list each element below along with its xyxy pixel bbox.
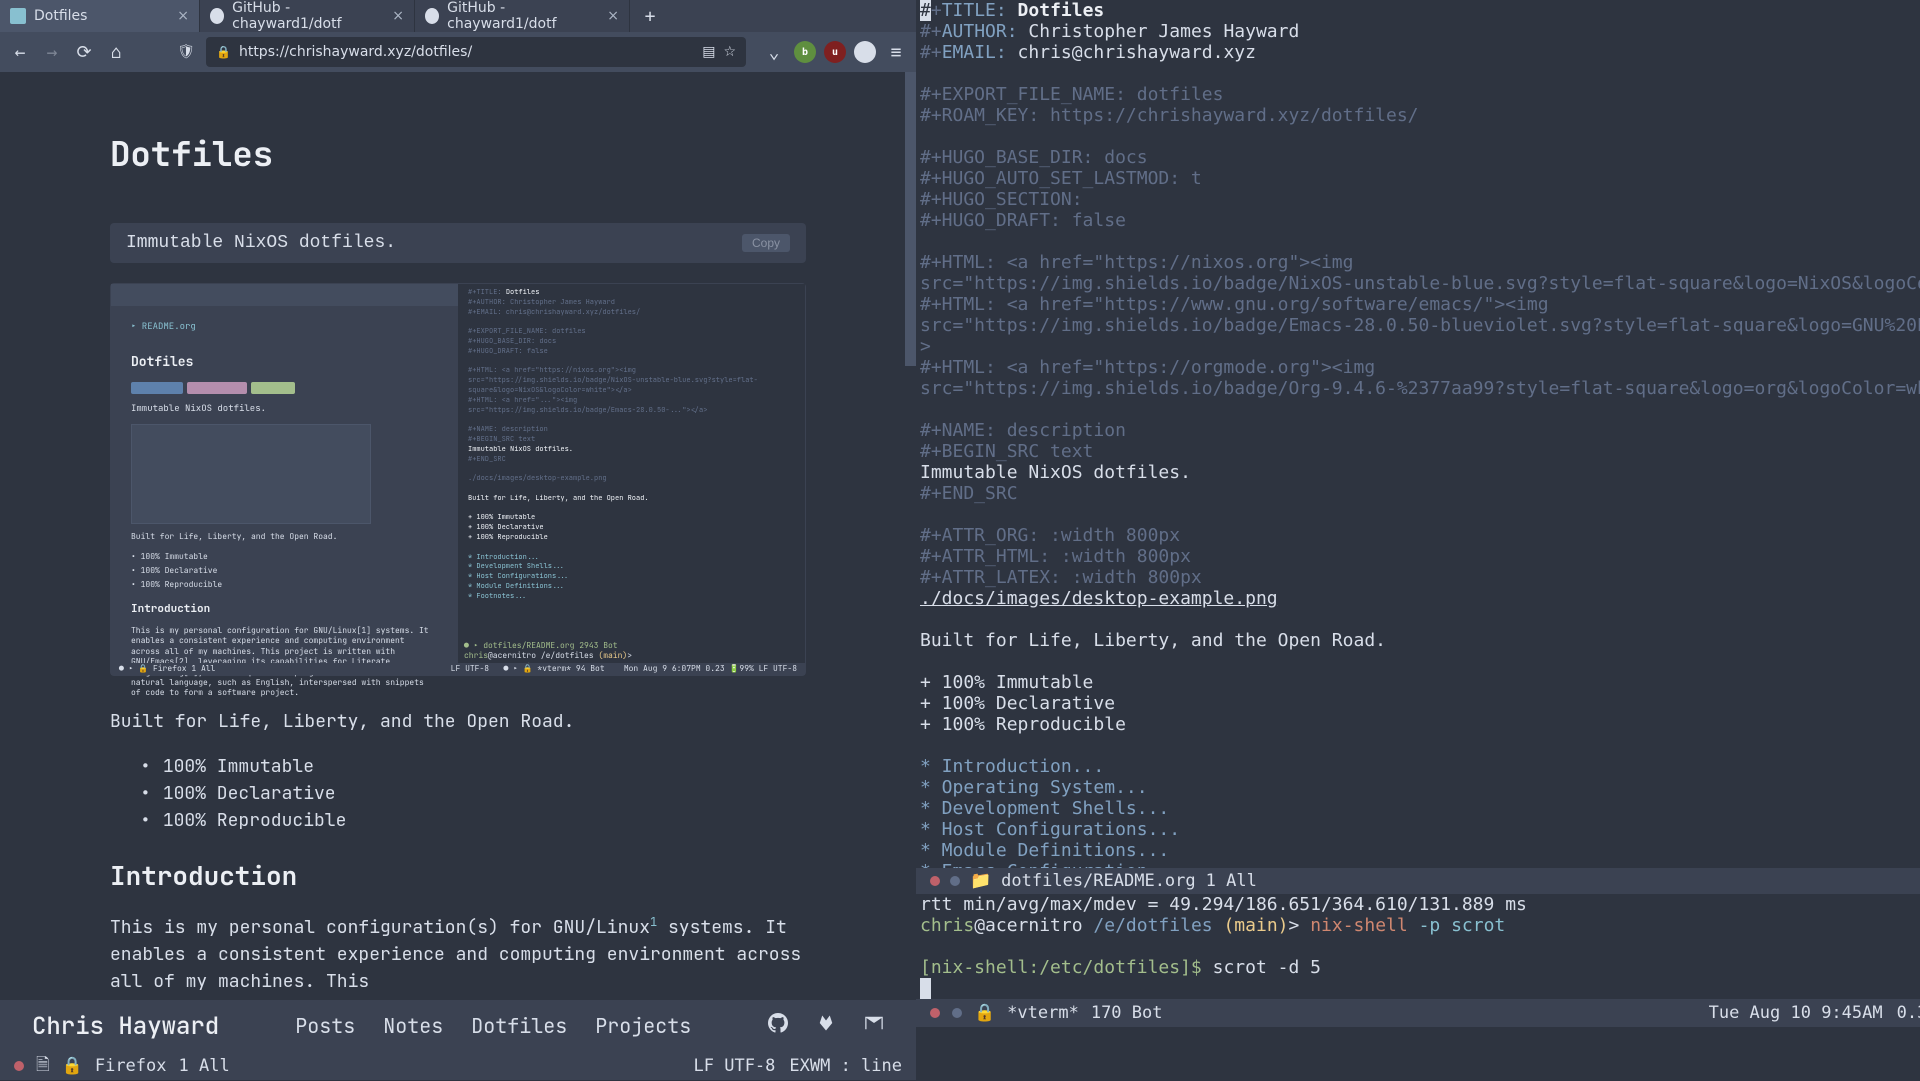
browser-toolbar: ← → ⟳ ⌂ 🛡 🔒 https://chrishayward.xyz/dot… — [0, 32, 916, 72]
close-icon[interactable]: × — [177, 8, 189, 24]
major-mode: EXWM : line — [789, 1056, 902, 1076]
features-list: 100% Immutable 100% Declarative 100% Rep… — [110, 753, 806, 834]
buffer-status-icon — [14, 1061, 24, 1071]
email-icon[interactable] — [864, 1013, 884, 1039]
copy-button[interactable]: Copy — [742, 234, 790, 252]
buffer-name: *vterm* — [1007, 1003, 1079, 1023]
tab-label: GitHub - chayward1/dotf — [447, 0, 599, 32]
extension-ublock[interactable]: u — [824, 41, 846, 63]
list-item: 100% Immutable — [140, 753, 806, 780]
reload-button[interactable]: ⟳ — [72, 40, 96, 64]
close-icon[interactable]: × — [607, 8, 619, 24]
tab-label: Dotfiles — [34, 8, 87, 24]
folder-icon: 📁 — [970, 871, 991, 891]
buffer-status-icon — [930, 1008, 940, 1018]
right-pane: #+TITLE: Dotfiles#+AUTHOR: Christopher J… — [916, 0, 1920, 1080]
buffer-name: dotfiles/README.org — [1001, 871, 1195, 891]
list-item: 100% Reproducible — [140, 807, 806, 834]
page-title: Dotfiles — [110, 132, 806, 177]
lock-icon: 🔒 — [216, 45, 231, 59]
encoding: LF UTF-8 — [694, 1056, 776, 1076]
pocket-icon[interactable]: ⌄ — [762, 40, 786, 64]
left-pane: Dotfiles × GitHub - chayward1/dotf × Git… — [0, 0, 916, 1080]
github-icon — [425, 8, 439, 24]
buffer-position: 170 Bot — [1091, 1003, 1163, 1023]
nav-projects[interactable]: Projects — [595, 1013, 691, 1039]
site-brand[interactable]: Chris Hayward — [32, 1011, 219, 1042]
nav-dotfiles[interactable]: Dotfiles — [471, 1013, 567, 1039]
desktop-screenshot-image: ▸ README.org Dotfiles Immutable NixOS do… — [110, 283, 806, 676]
modeline-left: 🗎 🔒 Firefox 1 All LF UTF-8 EXWM : line — [0, 1052, 916, 1080]
site-nav: Chris Hayward Posts Notes Dotfiles Proje… — [0, 1000, 916, 1052]
github-icon[interactable] — [768, 1013, 788, 1039]
back-button[interactable]: ← — [8, 40, 32, 64]
reader-icon[interactable]: ▤ — [702, 44, 715, 60]
browser-tabbar: Dotfiles × GitHub - chayward1/dotf × Git… — [0, 0, 916, 32]
close-icon[interactable]: × — [392, 8, 404, 24]
bookmark-icon[interactable]: ☆ — [723, 44, 736, 60]
url-bar[interactable]: 🔒 https://chrishayward.xyz/dotfiles/ ▤ ☆ — [206, 37, 746, 67]
shield-icon[interactable]: 🛡 — [174, 40, 198, 64]
lock-icon: 🔒 — [62, 1056, 83, 1076]
github-icon — [210, 8, 224, 24]
url-text: https://chrishayward.xyz/dotfiles/ — [239, 44, 472, 60]
org-buffer[interactable]: #+TITLE: Dotfiles#+AUTHOR: Christopher J… — [916, 0, 1920, 868]
tab-dotfiles[interactable]: Dotfiles × — [0, 0, 200, 32]
tab-github-1[interactable]: GitHub - chayward1/dotf × — [200, 0, 415, 32]
vterm-buffer[interactable]: rtt min/avg/max/mdev = 49.294/186.651/36… — [916, 894, 1920, 999]
buffer-position: 1 All — [179, 1056, 230, 1076]
extension-bitwarden[interactable]: b — [794, 41, 816, 63]
favicon-icon — [10, 8, 26, 24]
nav-notes[interactable]: Notes — [383, 1013, 443, 1039]
home-button[interactable]: ⌂ — [104, 40, 128, 64]
page-content: Dotfiles Immutable NixOS dotfiles. Copy … — [0, 72, 916, 1052]
extension-sponsorblock[interactable] — [854, 41, 876, 63]
buffer-status-icon — [930, 876, 940, 886]
intro-paragraph: This is my personal configuration(s) for… — [110, 913, 806, 995]
section-heading: Introduction — [110, 858, 806, 893]
menu-button[interactable]: ≡ — [884, 40, 908, 64]
tab-github-2[interactable]: GitHub - chayward1/dotf × — [415, 0, 630, 32]
code-text: Immutable NixOS dotfiles. — [126, 233, 396, 253]
code-box: Immutable NixOS dotfiles. Copy — [110, 223, 806, 263]
list-item: 100% Declarative — [140, 780, 806, 807]
buffer-modified-icon — [950, 876, 960, 886]
terminal-cursor — [920, 978, 931, 999]
modeline-org: 📁 dotfiles/README.org 1 All LF UTF-8 Org… — [916, 868, 1920, 894]
modeline-vterm: 🔒 *vterm* 170 Bot Tue Aug 10 9:45AM 0.31… — [916, 999, 1920, 1027]
file-icon: 🗎 — [36, 1052, 50, 1081]
forward-button[interactable]: → — [40, 40, 64, 64]
lock-icon: 🔒 — [974, 1003, 995, 1023]
gitlab-icon[interactable] — [816, 1013, 836, 1039]
new-tab-button[interactable]: + — [630, 0, 670, 32]
nav-posts[interactable]: Posts — [295, 1013, 355, 1039]
tagline: Built for Life, Liberty, and the Open Ro… — [110, 708, 806, 735]
buffer-modified-icon — [952, 1008, 962, 1018]
load-average: 0.31 — [1897, 1003, 1920, 1023]
tab-label: GitHub - chayward1/dotf — [232, 0, 384, 32]
buffer-name: Firefox — [95, 1056, 167, 1076]
buffer-position: 1 All — [1206, 871, 1257, 891]
datetime: Tue Aug 10 9:45AM — [1709, 1003, 1883, 1023]
